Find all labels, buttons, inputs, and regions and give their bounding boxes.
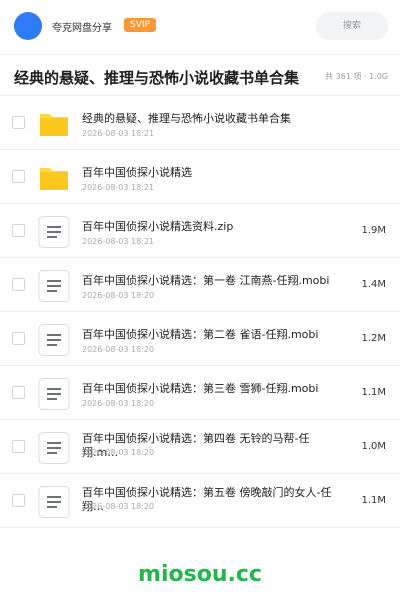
brand-name: 夸克网盘分享 [52,23,112,34]
file-size: 1.2M [361,333,386,344]
file-name: 百年中国侦探小说精选 [82,166,192,179]
file-date: 2026-08-03 18:20 [82,399,155,408]
file-size: 1.1M [361,495,386,506]
row-checkbox[interactable] [12,224,25,237]
file-row[interactable]: 经典的悬疑、推理与恐怖小说收藏书单合集 2026-08-03 18:21 [0,96,400,150]
row-checkbox[interactable] [12,170,25,183]
document-icon [38,432,70,464]
file-size: 1.1M [361,387,386,398]
row-checkbox[interactable] [12,116,25,129]
file-date: 2026-08-03 18:21 [82,183,155,192]
file-row[interactable]: 百年中国侦探小说精选：第四卷 无铃的马帮-任翔.m… 2026-08-03 18:… [0,420,400,474]
file-name: 百年中国侦探小说精选：第三卷 雪狮-任翔.mobi [82,382,319,395]
file-row[interactable]: 百年中国侦探小说精选：第五卷 傍晚敲门的女人-任翔… 2026-08-03 18:… [0,474,400,528]
file-list: 经典的悬疑、推理与恐怖小说收藏书单合集 2026-08-03 18:21 百年中国侦… [0,96,400,528]
row-checkbox[interactable] [12,386,25,399]
file-date: 2026-08-03 18:20 [82,345,155,354]
file-date: 2026-08-03 18:21 [82,129,155,138]
page-title: 经典的悬疑、推理与恐怖小说收藏书单合集 [14,69,300,87]
document-icon [38,216,70,248]
avatar[interactable] [14,12,42,40]
document-icon [38,270,70,302]
file-size: 1.4M [361,279,386,290]
file-row[interactable]: 百年中国侦探小说精选：第三卷 雪狮-任翔.mobi 2026-08-03 18:2… [0,366,400,420]
file-row[interactable]: 百年中国侦探小说精选 2026-08-03 18:21 [0,150,400,204]
document-icon [38,378,70,410]
row-checkbox[interactable] [12,494,25,507]
footer: miosou.cc [0,548,400,600]
title-bar: 经典的悬疑、推理与恐怖小说收藏书单合集 共 361 项 · 1.0G [0,54,400,96]
file-row[interactable]: 百年中国侦探小说精选：第二卷 雀语-任翔.mobi 2026-08-03 18:2… [0,312,400,366]
file-name: 百年中国侦探小说精选资料.zip [82,220,234,233]
file-name: 百年中国侦探小说精选：第一卷 江南燕-任翔.mobi [82,274,330,287]
file-date: 2026-08-03 18:21 [82,237,155,246]
file-row[interactable]: 百年中国侦探小说精选：第一卷 江南燕-任翔.mobi 2026-08-03 18:… [0,258,400,312]
document-icon [38,486,70,518]
row-checkbox[interactable] [12,278,25,291]
row-checkbox[interactable] [12,332,25,345]
file-name: 百年中国侦探小说精选：第二卷 雀语-任翔.mobi [82,328,319,341]
file-size: 1.9M [361,225,386,236]
file-name: 经典的悬疑、推理与恐怖小说收藏书单合集 [82,112,291,125]
header: 夸克网盘分享 SVIP 搜索 [0,0,400,52]
file-date: 2026-08-03 18:20 [82,448,155,457]
file-date: 2026-08-03 18:20 [82,502,155,511]
folder-icon [38,162,70,194]
document-icon [38,324,70,356]
item-summary: 共 361 项 · 1.0G [325,72,388,81]
file-size: 1.0M [361,441,386,452]
watermark: miosou.cc [138,562,262,587]
row-checkbox[interactable] [12,440,25,453]
file-date: 2026-08-03 18:20 [82,291,155,300]
file-row[interactable]: 百年中国侦探小说精选资料.zip 2026-08-03 18:21 1.9M [0,204,400,258]
svip-badge: SVIP [124,18,156,32]
search-input[interactable]: 搜索 [316,12,388,40]
folder-icon [38,108,70,140]
